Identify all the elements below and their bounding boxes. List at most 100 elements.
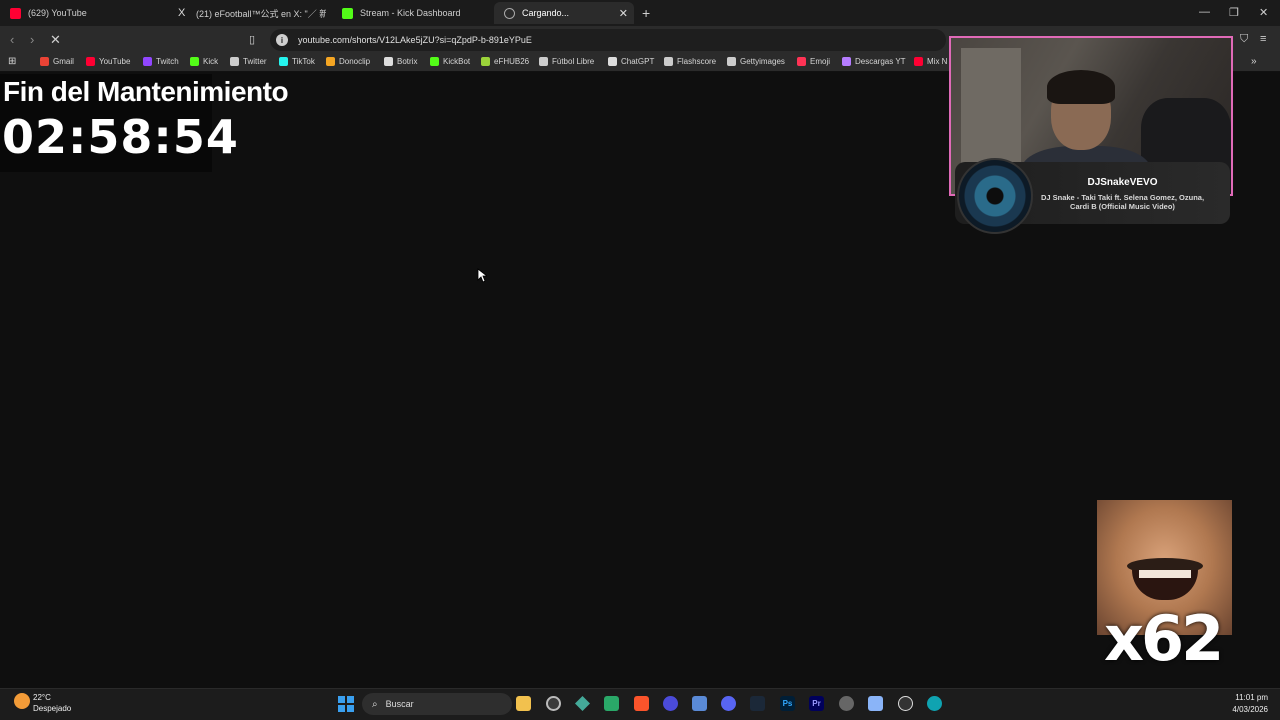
bookmark-label: Gmail [53, 57, 74, 66]
site-info-icon[interactable]: i [276, 34, 288, 46]
shield-icon[interactable]: ⛉ [1240, 33, 1248, 46]
youtube-icon [914, 57, 923, 66]
bookmark-efhub26[interactable]: eFHUB26 [481, 57, 529, 66]
stop-loading-button[interactable]: ✕ [50, 32, 61, 48]
spreadsheet-icon[interactable] [604, 696, 619, 711]
gmail-icon [40, 57, 49, 66]
premiere-icon[interactable]: Pr [809, 696, 824, 711]
windows-start-button[interactable] [338, 696, 354, 712]
kickbot-icon [430, 57, 439, 66]
bookmark-mix[interactable]: Mix N [914, 57, 947, 66]
bookmark-descargas-yt[interactable]: Descargas YT [842, 57, 906, 66]
album-art-disc [957, 158, 1033, 234]
bookmark-twitter[interactable]: Twitter [230, 57, 267, 66]
minimize-button[interactable]: — [1199, 6, 1210, 18]
bookmark-label: Kick [203, 57, 219, 66]
tab-label: (21) eFootball™公式 en X: "／ 新レジ [196, 8, 326, 19]
file-explorer-icon[interactable] [516, 696, 531, 711]
tab-loading[interactable]: Cargando... ✕ [494, 2, 634, 24]
twitch-icon [143, 57, 152, 66]
bookmark-emoji[interactable]: Emoji [797, 57, 830, 66]
chatgpt-icon [608, 57, 617, 66]
tab-label: Cargando... [522, 8, 570, 18]
forward-button[interactable]: › [30, 32, 34, 47]
tab-label: (629) YouTube [28, 8, 87, 18]
bookmark-label: KickBot [443, 57, 471, 66]
url-text: youtube.com/shorts/V12LAke5jZU?si=qZpdP-… [298, 35, 532, 45]
bookmark-label: Botrix [397, 57, 418, 66]
address-bar[interactable]: i youtube.com/shorts/V12LAke5jZU?si=qZpd… [270, 29, 946, 51]
bookmark-label: Mix N [927, 57, 948, 66]
bookmark-flashscore[interactable]: Flashscore [664, 57, 716, 66]
bookmark-label: ChatGPT [621, 57, 655, 66]
bookmark-gmail[interactable]: Gmail [40, 57, 74, 66]
x-icon: X [178, 6, 186, 19]
gettyimages-icon [727, 57, 736, 66]
steam-icon[interactable] [750, 696, 765, 711]
youtube-icon [86, 57, 95, 66]
tab-label: Stream - Kick Dashboard [360, 8, 461, 18]
taskbar-time[interactable]: 11:01 pm [1226, 693, 1268, 702]
tab-efootball[interactable]: X (21) eFootball™公式 en X: "／ 新レジ [168, 2, 332, 24]
bookmark-label: Donoclip [339, 57, 371, 66]
maximize-button[interactable]: ❐ [1229, 6, 1239, 19]
youtube-icon [10, 7, 21, 19]
meme-counter: x62 [1104, 602, 1224, 675]
taskbar-date[interactable]: 4/03/2026 [1226, 705, 1268, 714]
bookmark-label: eFHUB26 [494, 57, 530, 66]
taskbar-search[interactable]: ⌕ Buscar [362, 693, 512, 715]
bookmark-twitch[interactable]: Twitch [143, 57, 179, 66]
discord-icon[interactable] [721, 696, 736, 711]
botrix-icon [384, 57, 393, 66]
bookmark-kickbot[interactable]: KickBot [430, 57, 470, 66]
close-window-button[interactable]: ✕ [1259, 6, 1268, 19]
chrome-icon[interactable] [546, 696, 561, 711]
x-icon [230, 57, 239, 66]
bookmark-icon[interactable]: ▯ [249, 33, 255, 46]
bookmark-label: Twitter [243, 57, 267, 66]
loading-spinner-icon [504, 7, 515, 19]
bookmark-label: TikTok [292, 57, 315, 66]
edge-icon[interactable] [927, 696, 942, 711]
tiktok-icon [279, 57, 288, 66]
menu-icon[interactable]: ≡ [1260, 33, 1266, 45]
bookmark-chatgpt[interactable]: ChatGPT [608, 57, 654, 66]
now-playing-song: DJ Snake - Taki Taki ft. Selena Gomez, O… [1040, 193, 1205, 211]
media-app-icon[interactable] [663, 696, 678, 711]
new-tab-button[interactable]: + [642, 5, 650, 21]
bookmark-label: Emoji [810, 57, 831, 66]
bookmark-gettyimages[interactable]: Gettyimages [727, 57, 785, 66]
weather-condition: Despejado [33, 704, 72, 713]
kick-icon [190, 57, 199, 66]
bookmark-futbol-libre[interactable]: Fútbol Libre [539, 57, 594, 66]
more-bookmarks-icon[interactable]: » [1251, 56, 1257, 67]
apps-grid-icon[interactable]: ⊞ [8, 56, 16, 67]
search-icon: ⌕ [372, 698, 378, 710]
bookmark-label: Gettyimages [740, 57, 785, 66]
bookmark-kick[interactable]: Kick [190, 57, 218, 66]
settings-gear-icon[interactable] [839, 696, 854, 711]
back-button[interactable]: ‹ [10, 32, 14, 47]
notepad-icon[interactable] [868, 696, 883, 711]
emoji-icon [797, 57, 806, 66]
bookmark-youtube[interactable]: YouTube [86, 57, 130, 66]
close-tab-icon[interactable]: ✕ [619, 7, 628, 20]
bookmark-label: Flashscore [677, 57, 717, 66]
play-icon[interactable] [898, 696, 913, 711]
weather-icon[interactable] [14, 693, 30, 709]
webcam-person-hair [1047, 70, 1115, 104]
bookmark-label: YouTube [99, 57, 131, 66]
meme-teeth [1139, 570, 1191, 578]
mouse-cursor-icon [477, 268, 487, 283]
bookmark-donoclip[interactable]: Donoclip [326, 57, 370, 66]
brave-browser-icon[interactable] [634, 696, 649, 711]
flashscore-icon [664, 57, 673, 66]
photoshop-icon[interactable]: Ps [780, 696, 795, 711]
kick-icon [342, 7, 353, 19]
tab-kick-dashboard[interactable]: Stream - Kick Dashboard [332, 2, 494, 24]
calculator-icon[interactable] [692, 696, 707, 711]
tab-youtube[interactable]: (629) YouTube [0, 2, 168, 24]
search-label: Buscar [385, 699, 414, 709]
bookmark-botrix[interactable]: Botrix [384, 57, 417, 66]
bookmark-tiktok[interactable]: TikTok [279, 57, 315, 66]
